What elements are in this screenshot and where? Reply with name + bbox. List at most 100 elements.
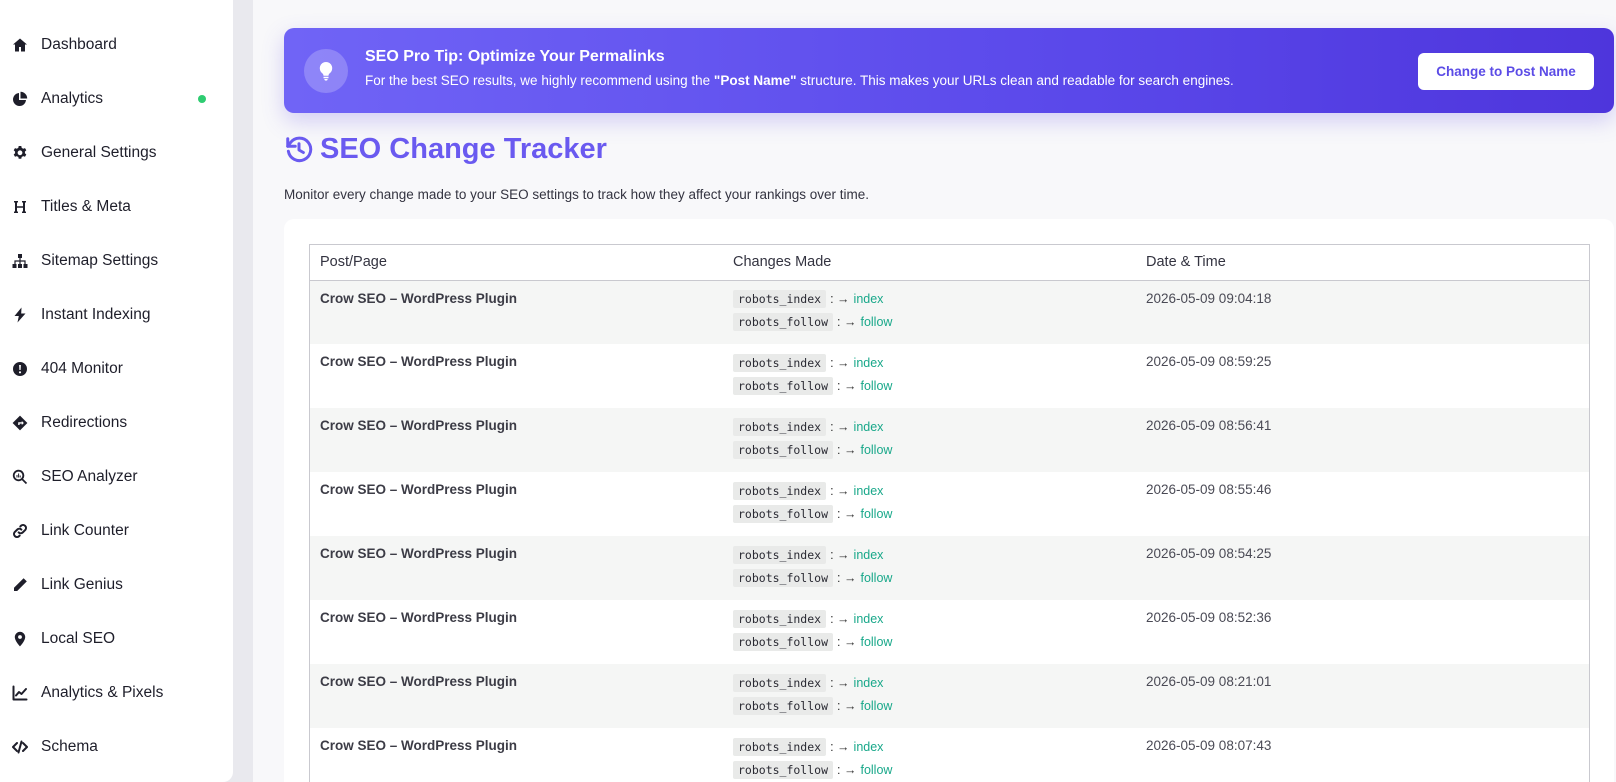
banner-text: For the best SEO results, we highly reco… [365, 73, 1234, 88]
page-title: SEO Change Tracker [320, 133, 607, 165]
sidebar-item-404-monitor[interactable]: 404 Monitor [0, 342, 233, 396]
setting-key: robots_follow [733, 568, 834, 587]
sidebar-item-dashboard[interactable]: Dashboard [0, 18, 233, 72]
sidebar-item-label: SEO Analyzer [41, 468, 138, 485]
setting-key: robots_index [733, 545, 827, 564]
setting-value: follow [860, 506, 893, 521]
sidebar: Dashboard Analytics General Settings Tit… [0, 0, 233, 782]
setting-value: index [853, 292, 884, 306]
setting-value: index [853, 419, 884, 434]
change-arrow: : → [837, 506, 857, 521]
setting-key: robots_index [733, 353, 827, 372]
history-icon [286, 136, 313, 162]
sidebar-item-label: Analytics [41, 90, 104, 107]
table-row: Crow SEO – WordPress Plugin robots_index… [310, 728, 1589, 782]
sidebar-item-local-seo[interactable]: Local SEO [0, 612, 233, 666]
setting-value: follow [860, 698, 893, 713]
sidebar-item-label: Dashboard [41, 36, 117, 53]
setting-key: robots_index [733, 737, 827, 756]
post-title-cell: Crow SEO – WordPress Plugin [310, 600, 723, 664]
change-arrow: : → [830, 739, 850, 754]
link-icon [11, 522, 29, 540]
sidebar-item-label: Link Counter [41, 522, 129, 539]
change-tracker-card: Post/Page Changes Made Date & Time Crow … [284, 219, 1614, 782]
sidebar-item-seo-analyzer[interactable]: SEO Analyzer [0, 450, 233, 504]
date-cell: 2026-05-09 09:04:18 [1136, 280, 1589, 344]
sidebar-item-label: Link Genius [41, 576, 123, 593]
change-table-wrapper: Post/Page Changes Made Date & Time Crow … [309, 244, 1590, 782]
change-entry: robots_follow: → follow [733, 566, 1136, 589]
setting-key: robots_follow [733, 313, 834, 331]
page-subtitle: Monitor every change made to your SEO se… [284, 187, 870, 202]
setting-value: index [853, 675, 884, 690]
date-cell: 2026-05-09 08:52:36 [1136, 600, 1589, 664]
change-entry: robots_follow: → follow [733, 758, 1136, 781]
sidebar-item-general-settings[interactable]: General Settings [0, 126, 233, 180]
change-entry: robots_index: → index [733, 735, 1136, 758]
changes-cell: robots_index: → index robots_follow: → foll… [723, 280, 1136, 344]
change-arrow: : → [837, 698, 857, 713]
post-title-cell: Crow SEO – WordPress Plugin [310, 472, 723, 536]
setting-value: index [853, 547, 884, 562]
sidebar-item-analytics-pixels[interactable]: Analytics & Pixels [0, 666, 233, 720]
post-title-cell: Crow SEO – WordPress Plugin [310, 664, 723, 728]
table-row: Crow SEO – WordPress Plugin robots_index… [310, 600, 1589, 664]
directions-icon [11, 414, 29, 432]
post-title-cell: Crow SEO – WordPress Plugin [310, 280, 723, 344]
change-arrow: : → [837, 378, 857, 393]
setting-key: robots_follow [733, 632, 834, 651]
setting-value: index [853, 611, 884, 626]
sidebar-item-label: Sitemap Settings [41, 252, 159, 269]
change-entry: robots_index: → index [733, 351, 1136, 374]
sidebar-item-instant-indexing[interactable]: Instant Indexing [0, 288, 233, 342]
sidebar-item-redirections[interactable]: Redirections [0, 396, 233, 450]
sidebar-item-schema[interactable]: Schema [0, 720, 233, 774]
date-cell: 2026-05-09 08:07:43 [1136, 728, 1589, 782]
setting-key: robots_index [733, 481, 827, 500]
change-entry: robots_index: → index [733, 607, 1136, 630]
change-arrow: : → [837, 634, 857, 649]
change-entry: robots_index: → index [733, 543, 1136, 566]
line-chart-icon [11, 684, 29, 702]
change-table: Post/Page Changes Made Date & Time Crow … [310, 245, 1589, 782]
sidebar-item-link-counter[interactable]: Link Counter [0, 504, 233, 558]
table-row: Crow SEO – WordPress Plugin robots_index… [310, 280, 1589, 344]
code-icon [11, 738, 29, 756]
map-pin-icon [11, 630, 29, 648]
setting-value: follow [860, 315, 893, 329]
setting-key: robots_index [733, 673, 827, 692]
table-row: Crow SEO – WordPress Plugin robots_index… [310, 664, 1589, 728]
setting-key: robots_index [733, 417, 827, 436]
page-heading: SEO Change Tracker [284, 133, 607, 166]
sidebar-item-label: Schema [41, 738, 98, 755]
banner-text-after: structure. This makes your URLs clean an… [796, 73, 1234, 88]
change-to-post-name-button[interactable]: Change to Post Name [1418, 53, 1594, 90]
sidebar-item-label: Analytics & Pixels [41, 684, 164, 701]
setting-key: robots_follow [733, 376, 834, 395]
banner-title: SEO Pro Tip: Optimize Your Permalinks [365, 48, 665, 65]
sidebar-item-titles-meta[interactable]: Titles & Meta [0, 180, 233, 234]
sidebar-item-link-genius[interactable]: Link Genius [0, 558, 233, 612]
setting-key: robots_follow [733, 440, 834, 459]
date-cell: 2026-05-09 08:55:46 [1136, 472, 1589, 536]
sidebar-item-analytics[interactable]: Analytics [0, 72, 233, 126]
status-dot [198, 95, 206, 103]
date-cell: 2026-05-09 08:59:25 [1136, 344, 1589, 408]
table-row: Crow SEO – WordPress Plugin robots_index… [310, 472, 1589, 536]
change-arrow: : → [830, 292, 850, 306]
setting-value: index [853, 739, 884, 754]
changes-cell: robots_index: → index robots_follow: → foll… [723, 536, 1136, 600]
change-arrow: : → [830, 419, 850, 434]
change-entry: robots_follow: → follow [733, 630, 1136, 653]
sidebar-item-label: Redirections [41, 414, 128, 431]
change-arrow: : → [837, 315, 857, 329]
sidebar-item-sitemap-settings[interactable]: Sitemap Settings [0, 234, 233, 288]
sidebar-item-label: Instant Indexing [41, 306, 151, 323]
change-entry: robots_follow: → follow [733, 311, 1136, 334]
change-arrow: : → [830, 611, 850, 626]
app-window: Dashboard Analytics General Settings Tit… [0, 0, 1616, 782]
setting-key: robots_index [733, 290, 827, 308]
setting-key: robots_follow [733, 760, 834, 779]
change-arrow: : → [837, 762, 857, 777]
table-row: Crow SEO – WordPress Plugin robots_index… [310, 536, 1589, 600]
